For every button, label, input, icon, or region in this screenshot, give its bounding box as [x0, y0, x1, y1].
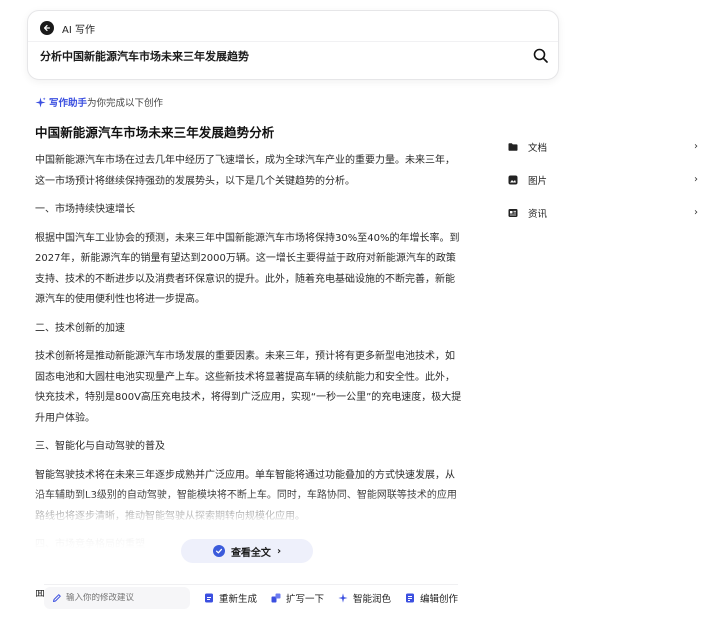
edit-creation-label: 编辑创作 [419, 593, 458, 605]
assistant-desc: 为你完成以下创作 [87, 98, 164, 109]
view-all-label: 查看全文 [230, 547, 271, 559]
search-header: AI 写作 [40, 18, 95, 38]
chevron-right-icon: › [694, 207, 698, 218]
side-item-label: 资讯 [528, 208, 548, 220]
assistant-line: 写作助手 为你完成以下创作 [35, 95, 163, 109]
section-body: 技术创新将是推动新能源汽车市场发展的重要因素。未来三年，预计将有更多新型电池技术… [35, 351, 462, 424]
search-query[interactable]: 分析中国新能源汽车市场未来三年发展趋势 [40, 48, 249, 64]
expand-label: 扩写一下 [285, 593, 324, 605]
polish-label: 智能润色 [352, 593, 391, 605]
polish-button[interactable]: 智能润色 [338, 591, 391, 605]
chevron-right-icon: › [694, 141, 698, 152]
side-item-documents[interactable]: 文档 › [508, 138, 698, 155]
section-heading: 一、市场持续快速增长 [35, 204, 135, 215]
sparkle-icon [35, 96, 46, 108]
refresh-doc-icon [204, 593, 214, 603]
regenerate-button[interactable]: 重新生成 [204, 591, 257, 605]
regenerate-label: 重新生成 [218, 593, 257, 605]
page-title: AI 写作 [62, 24, 95, 36]
edit-doc-icon [405, 593, 415, 603]
folder-icon [508, 142, 518, 152]
assistant-name: 写作助手 [49, 98, 88, 109]
chevron-right-icon: › [694, 174, 698, 185]
side-item-label: 图片 [528, 175, 548, 187]
view-all-button[interactable]: 查看全文 › [181, 539, 313, 563]
pen-icon [53, 593, 61, 602]
side-item-images[interactable]: 图片 › [508, 171, 698, 188]
image-icon [508, 175, 518, 185]
expand-button[interactable]: 扩写一下 [271, 591, 324, 605]
article-intro: 中国新能源汽车市场在过去几年中经历了飞速增长，成为全球汽车产业的重要力量。未来三… [35, 155, 455, 187]
chevron-right-icon: › [276, 545, 282, 557]
arrow-left-icon [43, 24, 51, 32]
sparkle-icon [338, 592, 348, 603]
bottom-toolbar: 重新生成 扩写一下 智能润色 编辑创作 [44, 584, 458, 610]
check-circle-icon [212, 545, 225, 557]
side-panel: 文档 › 图片 › 资讯 › [508, 138, 698, 237]
edit-creation-button[interactable]: 编辑创作 [405, 591, 458, 605]
section-body: 根据中国汽车工业协会的预测，未来三年中国新能源汽车市场将保持30%至40%的年增… [35, 232, 460, 306]
side-item-label: 文档 [528, 142, 548, 154]
search-card: AI 写作 分析中国新能源汽车市场未来三年发展趋势 [27, 10, 559, 80]
section-heading: 三、智能化与自动驾驶的普及 [35, 441, 165, 452]
search-divider [28, 41, 558, 42]
article-title: 中国新能源汽车市场未来三年发展趋势分析 [35, 125, 275, 140]
side-item-news[interactable]: 资讯 › [508, 204, 698, 221]
edit-suggestion-field[interactable] [44, 586, 190, 609]
edit-suggestion-input[interactable] [66, 592, 186, 603]
section-heading: 二、技术创新的加速 [35, 322, 125, 334]
news-icon [508, 208, 518, 218]
search-icon [533, 48, 548, 63]
back-button[interactable] [40, 21, 54, 35]
expand-icon [271, 593, 281, 603]
search-button[interactable] [532, 47, 550, 65]
section-body: 智能驾驶技术将在未来三年逐步成熟并广泛应用。单车智能将通过功能叠加的方式快速发展… [35, 469, 457, 522]
